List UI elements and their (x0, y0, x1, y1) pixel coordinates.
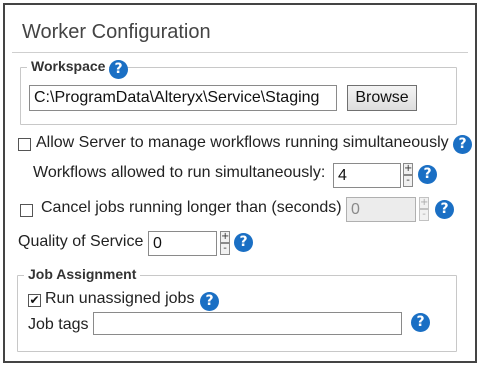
help-icon[interactable]: ? (234, 233, 253, 252)
help-icon[interactable]: ? (435, 200, 454, 219)
quality-of-service-spinner[interactable]: + - (220, 231, 230, 255)
decrement-button[interactable]: - (419, 209, 429, 221)
workspace-legend: Workspace (27, 58, 110, 74)
quality-of-service-input[interactable] (148, 231, 217, 256)
workspace-path-input[interactable] (29, 85, 337, 111)
workflows-allowed-input[interactable] (333, 163, 401, 188)
cancel-jobs-spinner[interactable]: + - (419, 197, 429, 221)
title-divider (12, 52, 468, 53)
run-unassigned-label: Run unassigned jobs (45, 290, 195, 307)
help-icon[interactable]: ? (453, 135, 472, 154)
run-unassigned-checkbox[interactable]: ✔ (28, 294, 41, 307)
workflows-spinner[interactable]: + - (403, 163, 413, 187)
cancel-jobs-checkbox[interactable] (20, 204, 33, 217)
decrement-button[interactable]: - (403, 175, 413, 187)
help-icon[interactable]: ? (411, 313, 430, 332)
allow-server-label: Allow Server to manage workflows running… (36, 134, 449, 151)
help-icon[interactable]: ? (109, 60, 128, 79)
allow-server-checkbox[interactable] (18, 138, 31, 151)
job-assignment-legend: Job Assignment (24, 266, 141, 282)
increment-button[interactable]: + (220, 231, 230, 243)
increment-button[interactable]: + (419, 197, 429, 209)
increment-button[interactable]: + (403, 163, 413, 175)
decrement-button[interactable]: - (220, 243, 230, 255)
worker-configuration-panel: Worker Configuration Workspace ? Browse … (3, 3, 477, 363)
quality-of-service-label: Quality of Service (18, 233, 144, 250)
cancel-jobs-seconds-input[interactable] (346, 197, 416, 222)
job-tags-input[interactable] (93, 312, 402, 335)
workflows-allowed-label: Workflows allowed to run simultaneously: (33, 164, 326, 181)
help-icon[interactable]: ? (418, 165, 437, 184)
cancel-jobs-label: Cancel jobs running longer than (seconds… (41, 199, 342, 216)
help-icon[interactable]: ? (200, 292, 219, 311)
page-title: Worker Configuration (22, 21, 211, 43)
job-tags-label: Job tags (28, 316, 89, 333)
browse-button[interactable]: Browse (347, 85, 417, 111)
